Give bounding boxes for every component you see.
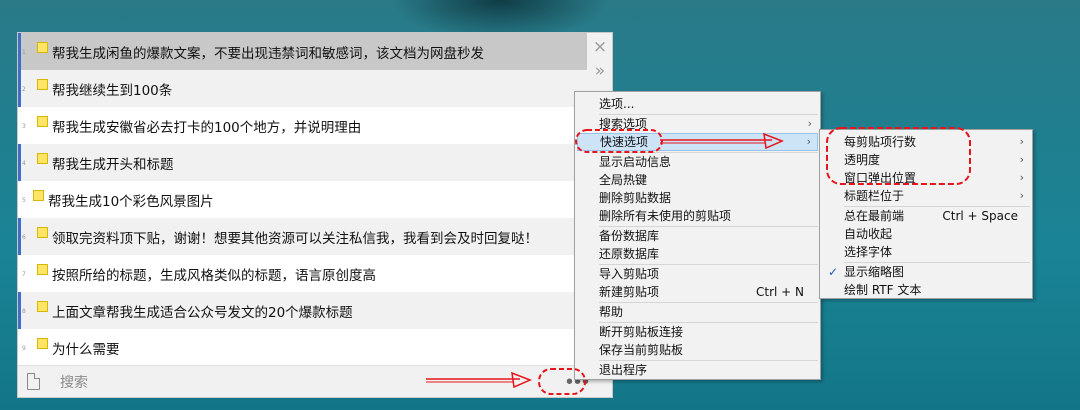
annotation-arrow-head: [763, 132, 784, 150]
annotation-overlay: [426, 127, 971, 395]
annotation-arrow-head: [511, 371, 532, 389]
annotation-box-submenu: [826, 127, 971, 185]
annotation-circle-quick-options: [575, 129, 663, 153]
annotation-circle-more: [538, 368, 586, 395]
